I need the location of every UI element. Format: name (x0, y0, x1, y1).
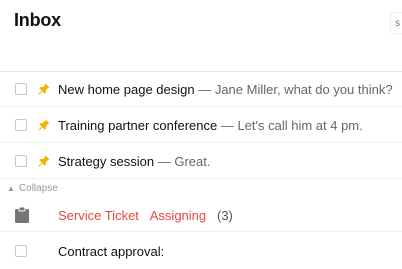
pin-icon[interactable] (37, 82, 51, 96)
service-count: (3) (216, 208, 233, 223)
task-title[interactable]: Training partner conference (58, 118, 217, 133)
task-note: — Let's call him at 4 pm. (217, 118, 363, 133)
service-ticket-group-row[interactable]: Service Ticket Assigning (3) (0, 198, 402, 232)
task-row[interactable]: New home page design — Jane Miller, what… (0, 72, 402, 107)
task-text[interactable]: New home page design — Jane Miller, what… (58, 82, 393, 97)
service-ticket-label[interactable]: Service Ticket (58, 208, 139, 223)
service-ticket-text[interactable]: Service Ticket Assigning (3) (58, 208, 233, 223)
task-row[interactable]: Strategy session — Great. (0, 144, 402, 179)
task-text[interactable]: Strategy session — Great. (58, 154, 210, 169)
clipboard-icon (15, 206, 29, 223)
task-row[interactable]: Contract approval: (0, 234, 402, 269)
task-checkbox[interactable] (15, 83, 27, 95)
task-checkbox[interactable] (15, 119, 27, 131)
service-status[interactable]: Assigning (150, 208, 206, 223)
collapse-label: Collapse (18, 183, 58, 194)
task-title[interactable]: Contract approval: (58, 244, 164, 259)
task-note: — Jane Miller, what do you think? (194, 82, 393, 97)
pin-icon[interactable] (37, 118, 51, 132)
task-text[interactable]: Training partner conference — Let's call… (58, 118, 363, 133)
page-title: Inbox (14, 10, 61, 30)
triangle-up-icon: ▲ (7, 184, 15, 193)
task-note: — Great. (154, 154, 211, 169)
search-input[interactable] (390, 12, 402, 34)
task-title[interactable]: New home page design (58, 82, 195, 97)
task-checkbox[interactable] (15, 245, 27, 257)
task-row[interactable]: Training partner conference — Let's call… (0, 108, 402, 143)
task-checkbox[interactable] (15, 155, 27, 167)
task-title[interactable]: Strategy session (58, 154, 154, 169)
collapse-toggle[interactable]: ▲ Collapse (7, 183, 58, 194)
task-text[interactable]: Contract approval: (58, 244, 164, 259)
pin-icon[interactable] (37, 154, 51, 168)
inbox-header: Inbox (0, 0, 402, 70)
